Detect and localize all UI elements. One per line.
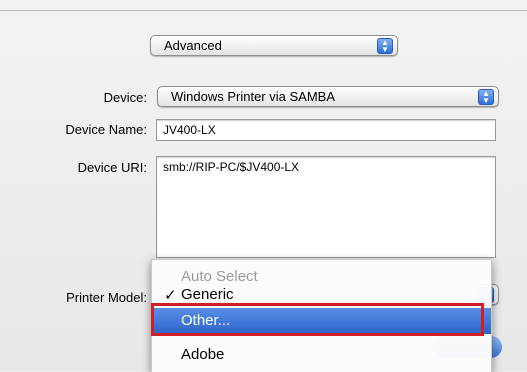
device-label: Device: (103, 90, 147, 105)
top-divider (0, 10, 527, 11)
connection-type-popup[interactable]: Advanced ▲ ▼ (150, 35, 398, 56)
popup-arrows-icon: ▲▼ (478, 89, 494, 105)
device-uri-field[interactable]: smb://RIP-PC/$JV400-LX (156, 156, 496, 258)
menu-item-adobe[interactable]: Adobe (152, 346, 491, 368)
checkmark-icon: ✓ (164, 287, 177, 304)
device-name-label: Device Name: (65, 122, 147, 137)
device-name-field[interactable]: JV400-LX (156, 119, 496, 141)
menu-item-generic[interactable]: ✓ Generic (152, 286, 491, 304)
highlight-box (151, 303, 484, 336)
printer-model-label: Printer Model: (66, 290, 147, 305)
device-value: Windows Printer via SAMBA (171, 89, 335, 104)
menu-item-auto-select: Auto Select (181, 268, 258, 285)
device-uri-label: Device URI: (77, 160, 147, 175)
device-uri-value: smb://RIP-PC/$JV400-LX (163, 160, 300, 174)
device-popup[interactable]: Windows Printer via SAMBA ▲ ▼ (157, 86, 499, 107)
connection-type-value: Advanced (164, 38, 222, 53)
device-name-value: JV400-LX (163, 123, 216, 137)
popup-arrows-icon: ▲▼ (377, 38, 393, 54)
